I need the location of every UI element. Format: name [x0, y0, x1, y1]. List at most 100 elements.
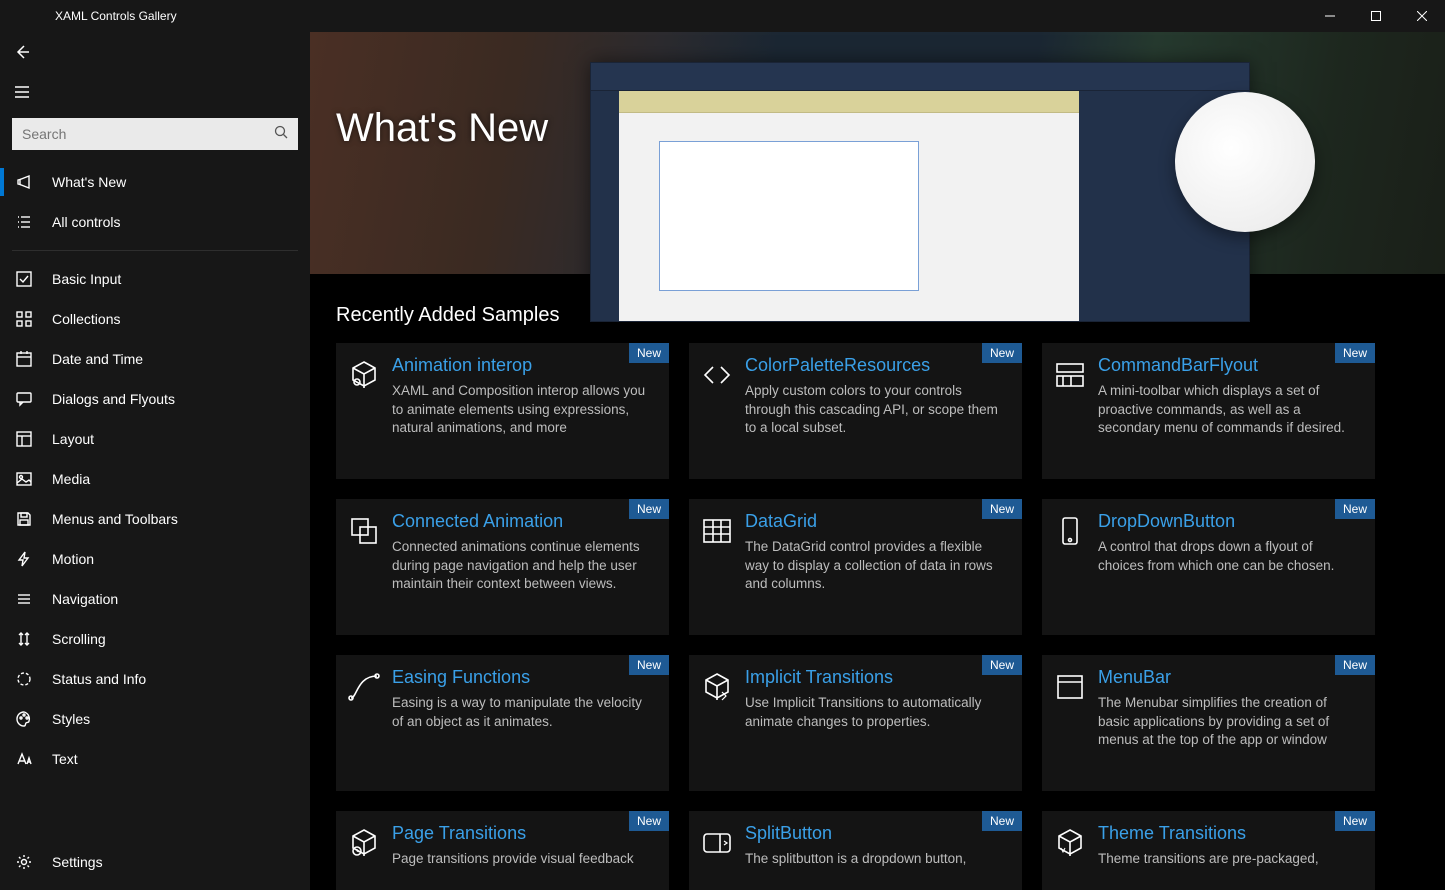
- card-description: A control that drops down a flyout of ch…: [1098, 538, 1361, 575]
- card-splitbutton[interactable]: NewSplitButtonThe splitbutton is a dropd…: [689, 811, 1022, 890]
- card-title: SplitButton: [745, 823, 1008, 844]
- new-badge: New: [1335, 343, 1375, 363]
- hero-illustration: [590, 62, 1250, 322]
- card-implicit-transitions[interactable]: NewImplicit Transitions Use Implicit Tran…: [689, 655, 1022, 791]
- card-easing-functions[interactable]: NewEasing FunctionsEasing is a way to ma…: [336, 655, 669, 791]
- curve-icon: [346, 669, 382, 705]
- cards-grid: NewAnimation interopXAML and Composition…: [310, 343, 1445, 890]
- card-description: Connected animations continue elements d…: [392, 538, 655, 594]
- nav-item-media[interactable]: Media: [0, 459, 310, 499]
- nav-item-label: Media: [52, 471, 90, 487]
- card-title: Page Transitions: [392, 823, 655, 844]
- phone-icon: [1052, 513, 1088, 549]
- table-icon: [699, 513, 735, 549]
- new-badge: New: [1335, 811, 1375, 831]
- app-title: XAML Controls Gallery: [55, 9, 177, 23]
- nav-item-label: Text: [52, 751, 78, 767]
- nav-item-date-time[interactable]: Date and Time: [0, 339, 310, 379]
- card-page-transitions[interactable]: NewPage TransitionsPage transitions prov…: [336, 811, 669, 890]
- hero-illustration-circle: [1175, 92, 1315, 232]
- new-badge: New: [982, 655, 1022, 675]
- card-body: Connected Animation Connected animations …: [392, 509, 655, 625]
- nav-item-layout[interactable]: Layout: [0, 419, 310, 459]
- card-description: Use Implicit Transitions to automaticall…: [745, 694, 1008, 731]
- titlebar: XAML Controls Gallery: [0, 0, 1445, 32]
- nav-item-styles[interactable]: Styles: [0, 699, 310, 739]
- card-description: Easing is a way to manipulate the veloci…: [392, 694, 655, 731]
- save-icon: [14, 509, 34, 529]
- nav-item-label: Styles: [52, 711, 90, 727]
- card-menubar[interactable]: NewMenuBarThe Menubar simplifies the cre…: [1042, 655, 1375, 791]
- card-description: Page transitions provide visual feedback: [392, 850, 655, 869]
- layout-icon: [14, 429, 34, 449]
- nav-item-label: Collections: [52, 311, 120, 327]
- nav-item-basic-input[interactable]: Basic Input: [0, 259, 310, 299]
- minimize-button[interactable]: [1307, 0, 1353, 32]
- nav-item-label: Scrolling: [52, 631, 106, 647]
- search-icon: [274, 125, 288, 144]
- hamburger-button[interactable]: [2, 72, 42, 112]
- search-box[interactable]: [12, 118, 298, 150]
- card-body: MenuBarThe Menubar simplifies the creati…: [1098, 665, 1361, 781]
- nav-footer: Settings: [0, 842, 310, 890]
- card-animation-interop[interactable]: NewAnimation interopXAML and Composition…: [336, 343, 669, 479]
- close-button[interactable]: [1399, 0, 1445, 32]
- code-icon: [699, 357, 735, 393]
- card-commandbarflyout[interactable]: NewCommandBarFlyoutA mini-toolbar which …: [1042, 343, 1375, 479]
- split-icon: [699, 825, 735, 861]
- card-title: Connected Animation: [392, 511, 655, 532]
- card-dropdownbutton[interactable]: NewDropDownButtonA control that drops do…: [1042, 499, 1375, 635]
- card-datagrid[interactable]: NewDataGridThe DataGrid control provides…: [689, 499, 1022, 635]
- spinner-icon: [14, 669, 34, 689]
- grid-icon: [14, 309, 34, 329]
- nav-item-navigation[interactable]: Navigation: [0, 579, 310, 619]
- content[interactable]: What's New Recently Added Samples NewAni…: [310, 32, 1445, 890]
- nav-item-status-info[interactable]: Status and Info: [0, 659, 310, 699]
- card-description: Theme transitions are pre-packaged,: [1098, 850, 1361, 869]
- card-body: Page Transitions Page transitions provide…: [392, 821, 655, 890]
- maximize-button[interactable]: [1353, 0, 1399, 32]
- font-icon: [14, 749, 34, 769]
- nav-item-motion[interactable]: Motion: [0, 539, 310, 579]
- back-button[interactable]: [2, 32, 42, 72]
- nav-item-label: Basic Input: [52, 271, 121, 287]
- card-description: XAML and Composition interop allows you …: [392, 382, 655, 438]
- card-title: ColorPaletteResources: [745, 355, 1008, 376]
- card-connected-animation[interactable]: NewConnected AnimationConnected animatio…: [336, 499, 669, 635]
- card-body: Easing FunctionsEasing is a way to manip…: [392, 665, 655, 781]
- card-theme-transitions[interactable]: NewTheme TransitionsTheme transitions ar…: [1042, 811, 1375, 890]
- cube-clock-icon: [346, 825, 382, 861]
- nav-item-text[interactable]: Text: [0, 739, 310, 779]
- nav-item-collections[interactable]: Collections: [0, 299, 310, 339]
- card-title: DropDownButton: [1098, 511, 1361, 532]
- nav-item-label: Layout: [52, 431, 94, 447]
- new-badge: New: [982, 343, 1022, 363]
- checkbox-icon: [14, 269, 34, 289]
- new-badge: New: [1335, 655, 1375, 675]
- nav-item-dialogs-flyouts[interactable]: Dialogs and Flyouts: [0, 379, 310, 419]
- nav-item-settings[interactable]: Settings: [0, 842, 310, 882]
- card-title: DataGrid: [745, 511, 1008, 532]
- card-body: Theme TransitionsTheme transitions are p…: [1098, 821, 1361, 890]
- card-title: Implicit Transitions: [745, 667, 1008, 688]
- card-body: Implicit Transitions Use Implicit Transit…: [745, 665, 1008, 781]
- image-icon: [14, 469, 34, 489]
- nav-item-label: Date and Time: [52, 351, 143, 367]
- cube-spark-icon: [1052, 825, 1088, 861]
- new-badge: New: [982, 499, 1022, 519]
- toolbar-icon: [1052, 357, 1088, 393]
- nav-item-label: All controls: [52, 214, 120, 230]
- hero-title: What's New: [336, 106, 548, 151]
- nav-item-whats-new[interactable]: What's New: [0, 162, 310, 202]
- card-colorpaletteresources[interactable]: NewColorPaletteResourcesApply custom col…: [689, 343, 1022, 479]
- palette-icon: [14, 709, 34, 729]
- cube-arrow-icon: [699, 669, 735, 705]
- nav-item-all-controls[interactable]: All controls: [0, 202, 310, 242]
- search-input[interactable]: [22, 126, 274, 142]
- nav-item-menus-toolbars[interactable]: Menus and Toolbars: [0, 499, 310, 539]
- nav-separator: [12, 250, 298, 251]
- calendar-icon: [14, 349, 34, 369]
- megaphone-icon: [14, 172, 34, 192]
- nav-item-scrolling[interactable]: Scrolling: [0, 619, 310, 659]
- card-description: A mini-toolbar which displays a set of p…: [1098, 382, 1361, 438]
